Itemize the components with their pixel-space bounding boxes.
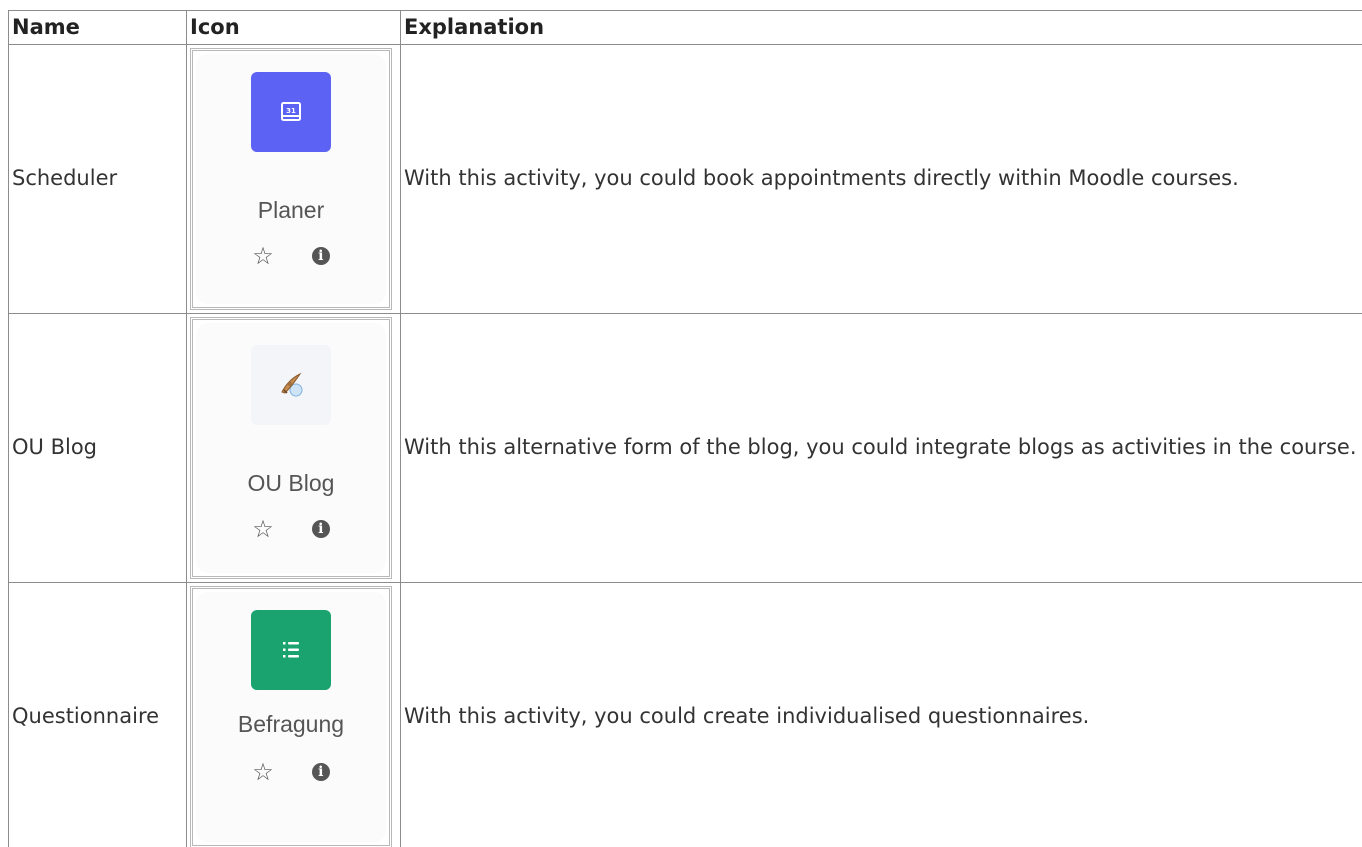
row-explanation: With this activity, you could create ind…: [400, 582, 1362, 847]
row-name: Scheduler: [8, 44, 187, 314]
activity-card-frame: Befragung ☆ i: [190, 586, 392, 847]
activity-card-actions: ☆ i: [196, 244, 386, 268]
calendar-icon: 31: [281, 102, 301, 121]
svg-text:31: 31: [286, 107, 296, 115]
header-icon: Icon: [186, 10, 401, 45]
activity-card[interactable]: OU Blog ☆ i: [196, 323, 386, 573]
activity-card[interactable]: 31 Planer ☆ i: [196, 54, 386, 304]
checklist-icon: [283, 642, 299, 658]
activity-card-label: Planer: [257, 197, 325, 223]
star-outline-icon[interactable]: ☆: [252, 517, 274, 541]
quill-inkpot-icon: [281, 372, 303, 397]
activity-card-label: OU Blog: [247, 470, 335, 496]
table-row: Questionnaire Befragung ☆ i With this ac…: [8, 582, 1362, 847]
page: Name Icon Explanation Scheduler 31 Plane…: [0, 0, 1362, 847]
star-outline-icon[interactable]: ☆: [252, 244, 274, 268]
row-name: OU Blog: [8, 313, 187, 583]
activity-card-frame: OU Blog ☆ i: [190, 317, 392, 579]
row-icon-cell: OU Blog ☆ i: [186, 313, 401, 583]
info-icon[interactable]: i: [311, 520, 330, 538]
row-explanation: With this alternative form of the blog, …: [400, 313, 1362, 583]
row-icon-cell: 31 Planer ☆ i: [186, 44, 401, 314]
table-row: Scheduler 31 Planer ☆ i With this activi…: [8, 44, 1362, 314]
table-header-row: Name Icon Explanation: [8, 10, 1362, 45]
activity-card[interactable]: Befragung ☆ i: [196, 592, 386, 842]
row-explanation: With this activity, you could book appoi…: [400, 44, 1362, 314]
activity-card-actions: ☆ i: [196, 760, 386, 784]
row-name: Questionnaire: [8, 582, 187, 847]
checklist-icon-tile: [251, 610, 331, 690]
calendar-icon-tile: 31: [251, 72, 331, 152]
info-icon[interactable]: i: [311, 763, 330, 781]
table-row: OU Blog OU Blog ☆ i With this alternativ…: [8, 313, 1362, 583]
activity-card-label: Befragung: [237, 711, 345, 737]
star-outline-icon[interactable]: ☆: [252, 760, 274, 784]
row-icon-cell: Befragung ☆ i: [186, 582, 401, 847]
header-explanation: Explanation: [400, 10, 1362, 45]
info-icon[interactable]: i: [311, 247, 330, 265]
header-name: Name: [8, 10, 187, 45]
activity-card-actions: ☆ i: [196, 517, 386, 541]
quill-inkpot-icon-tile: [251, 345, 331, 425]
activities-table: Name Icon Explanation Scheduler 31 Plane…: [8, 10, 1362, 847]
activity-card-frame: 31 Planer ☆ i: [190, 48, 392, 310]
